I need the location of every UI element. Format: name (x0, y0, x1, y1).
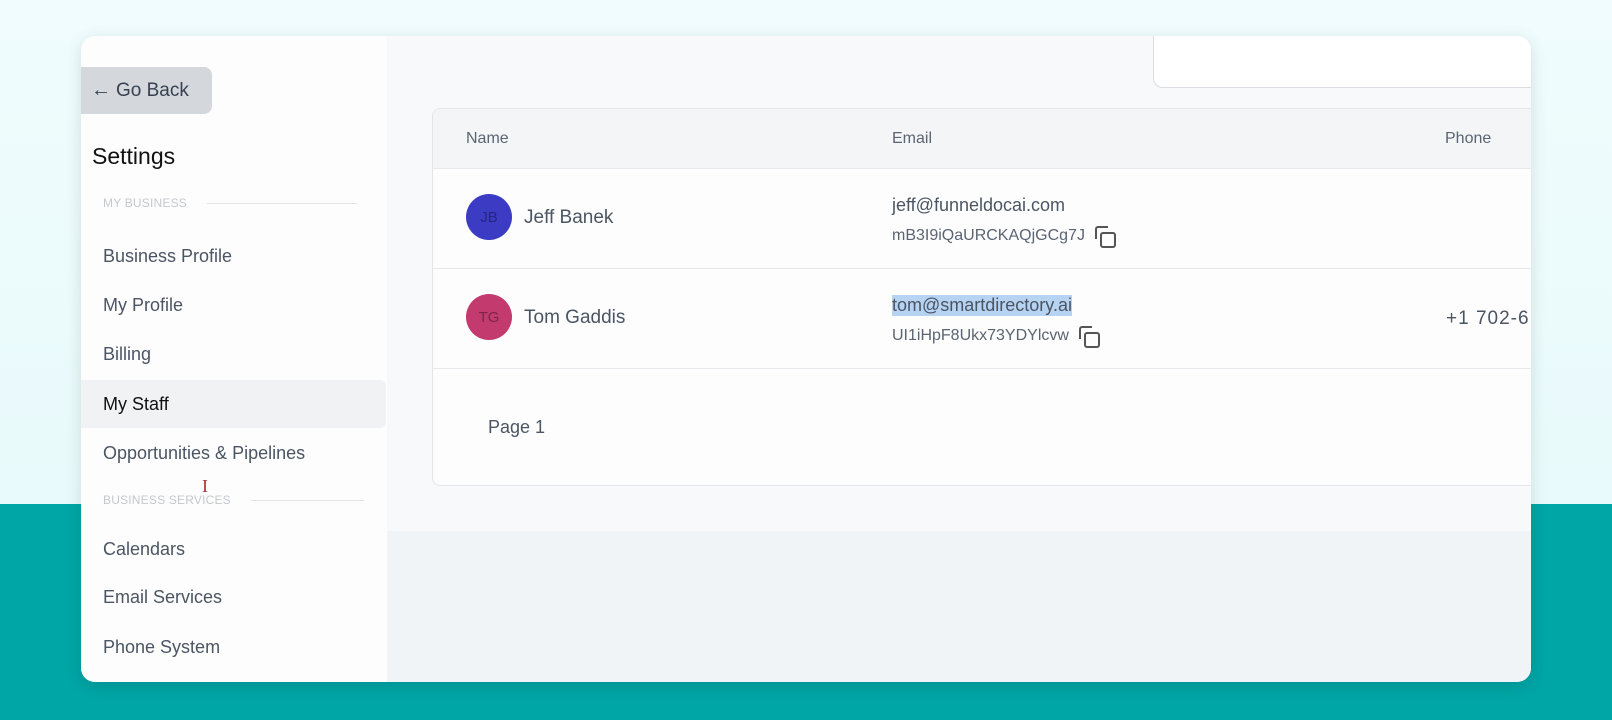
staff-id: mB3I9iQaURCKAQjGCg7J (892, 226, 1116, 248)
section-label: BUSINESS SERVICES (103, 493, 231, 507)
column-header-email: Email (892, 130, 933, 147)
search-box[interactable] (1153, 36, 1531, 88)
staff-email: jeff@funneldocai.com (892, 195, 1066, 215)
main-footer-area (387, 531, 1531, 682)
go-back-label: Go Back (116, 79, 189, 101)
table-header: Name Email Phone (433, 109, 1531, 169)
sidebar-item-opportunities-pipelines[interactable]: Opportunities & Pipelines (81, 429, 386, 477)
section-business-services: BUSINESS SERVICES (103, 493, 364, 507)
staff-phone: +1 702-6 (1446, 308, 1530, 329)
copy-icon[interactable] (1094, 226, 1116, 248)
divider (207, 202, 358, 204)
staff-email: tom@smartdirectory.ai (892, 295, 1072, 316)
staff-name: Jeff Banek (524, 207, 614, 228)
staff-id: UI1iHpF8Ukx73YDYlcvw (892, 326, 1100, 348)
column-header-phone: Phone (1445, 130, 1492, 147)
column-header-name: Name (466, 130, 509, 147)
avatar: TG (466, 294, 512, 340)
pagination-label: Page 1 (488, 417, 546, 437)
sidebar-item-calendars[interactable]: Calendars (81, 525, 386, 573)
staff-id-text: UI1iHpF8Ukx73YDYlcvw (892, 327, 1069, 344)
go-back-button[interactable]: ← Go Back (81, 67, 212, 114)
arrow-left-icon: ← (91, 79, 111, 101)
sidebar-item-phone-system[interactable]: Phone System (81, 623, 386, 671)
section-my-business: MY BUSINESS (103, 196, 358, 210)
copy-icon[interactable] (1078, 326, 1100, 348)
sidebar-item-my-profile[interactable]: My Profile (81, 281, 386, 329)
settings-sidebar: ← Go Back Settings MY BUSINESS Business … (81, 36, 387, 682)
sidebar-item-billing[interactable]: Billing (81, 330, 386, 378)
avatar: JB (466, 194, 512, 240)
app-window: ← Go Back Settings MY BUSINESS Business … (81, 36, 1531, 682)
staff-name: Tom Gaddis (524, 307, 626, 328)
staff-id-text: mB3I9iQaURCKAQjGCg7J (892, 227, 1085, 244)
sidebar-item-business-profile[interactable]: Business Profile (81, 232, 386, 280)
section-label: MY BUSINESS (103, 196, 188, 210)
text-cursor-icon: I (202, 476, 208, 496)
table-row[interactable]: JB Jeff Banek jeff@funneldocai.com mB3I9… (433, 169, 1531, 269)
divider (250, 499, 364, 501)
sidebar-item-email-services[interactable]: Email Services (81, 573, 386, 621)
sidebar-title: Settings (92, 143, 176, 169)
table-row[interactable]: TG Tom Gaddis tom@smartdirectory.ai UI1i… (433, 269, 1531, 369)
staff-table: Name Email Phone JB Jeff Banek jeff@funn… (432, 108, 1531, 486)
sidebar-item-my-staff[interactable]: My Staff (81, 380, 386, 428)
